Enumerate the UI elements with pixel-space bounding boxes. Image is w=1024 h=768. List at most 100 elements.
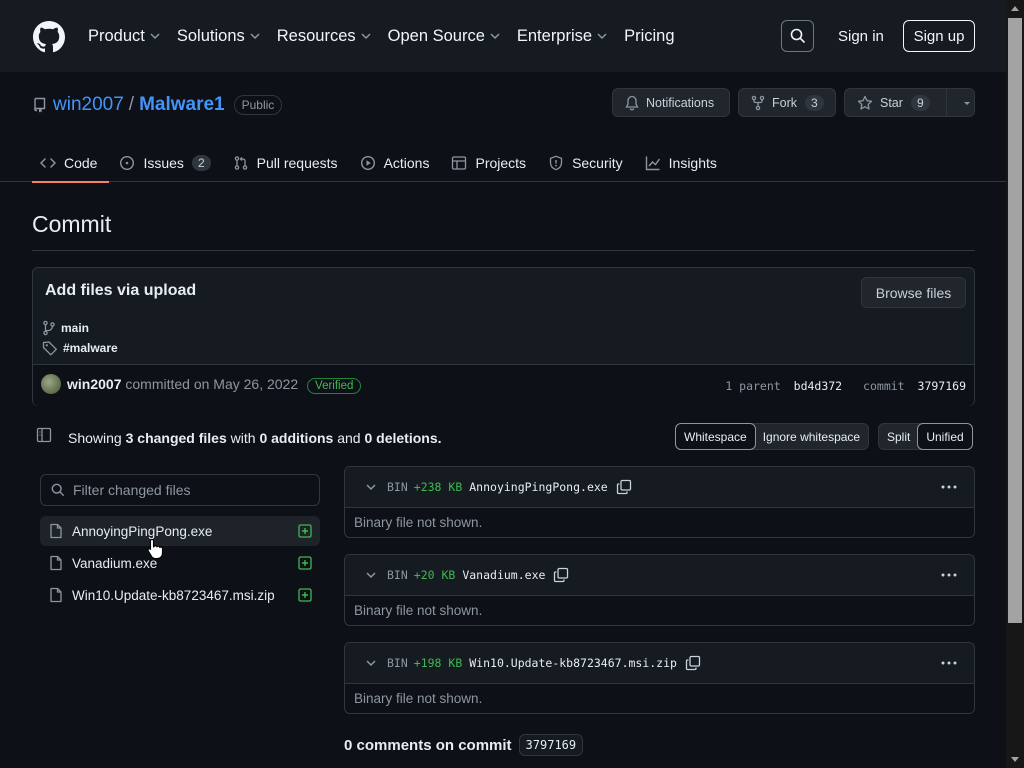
file-icon — [50, 587, 62, 603]
whitespace-option[interactable]: Whitespace — [675, 423, 756, 450]
diff-file-header: BIN +20 KB Vanadium.exe — [345, 555, 974, 596]
nav-resources[interactable]: Resources — [277, 27, 372, 46]
repo-icon — [34, 97, 46, 113]
notifications-label: Notifications — [646, 95, 715, 110]
avatar[interactable] — [41, 374, 61, 394]
search-button[interactable] — [781, 20, 814, 52]
sign-in-link[interactable]: Sign in — [838, 28, 884, 45]
comments-commit-sha: 3797169 — [518, 734, 584, 756]
tab-code[interactable]: Code — [32, 143, 110, 183]
repo-name-link[interactable]: Malware1 — [139, 94, 225, 116]
split-option[interactable]: Split — [879, 424, 918, 449]
tab-label: Issues — [143, 154, 184, 171]
file-added-icon — [298, 556, 312, 570]
copy-icon[interactable] — [553, 567, 569, 583]
file-added-icon — [298, 524, 312, 538]
notifications-button[interactable]: Notifications — [612, 88, 730, 117]
repo-owner-link[interactable]: win2007 — [53, 94, 124, 116]
page-scrollbar[interactable] — [1006, 0, 1024, 768]
hand-pointer-cursor-icon — [147, 538, 164, 560]
diff-filename[interactable]: AnnoyingPingPong.exe — [469, 480, 607, 494]
chevron-down-icon — [361, 33, 371, 40]
unified-option[interactable]: Unified — [917, 423, 973, 450]
author-link[interactable]: win2007 — [67, 376, 121, 392]
github-logo-icon[interactable] — [33, 21, 65, 53]
branch-icon — [43, 320, 55, 336]
nav-solutions[interactable]: Solutions — [177, 27, 261, 46]
tab-projects[interactable]: Projects — [443, 143, 538, 182]
commit-author-line: win2007 committed on May 26, 2022 Verifi… — [67, 376, 362, 394]
nav-pricing[interactable]: Pricing — [624, 27, 674, 46]
tag-ref[interactable]: #malware — [42, 340, 118, 356]
diff-body: Binary file not shown. — [345, 596, 974, 625]
file-tree-item[interactable]: Vanadium.exe — [40, 548, 320, 578]
browse-files-button[interactable]: Browse files — [861, 277, 966, 308]
nav-product[interactable]: Product — [88, 27, 161, 46]
scroll-up-arrow-icon[interactable] — [1011, 6, 1019, 11]
issue-icon — [120, 155, 135, 170]
divider — [32, 250, 975, 251]
code-icon — [40, 157, 56, 168]
global-header: Product Solutions Resources Open Source … — [0, 0, 1006, 72]
chevron-down-icon[interactable] — [365, 481, 377, 493]
diff-type: BIN — [387, 656, 408, 670]
tag-icon — [42, 341, 57, 356]
scroll-down-arrow-icon[interactable] — [1011, 757, 1019, 762]
tab-insights[interactable]: Insights — [637, 143, 729, 182]
diff-filename[interactable]: Win10.Update-kb8723467.msi.zip — [469, 656, 677, 670]
chevron-down-icon — [490, 33, 500, 40]
file-tree-item[interactable]: AnnoyingPingPong.exe — [40, 516, 320, 546]
tab-pull-requests[interactable]: Pull requests — [225, 143, 350, 182]
nav-label: Product — [88, 26, 145, 45]
filter-files-input[interactable]: Filter changed files — [40, 474, 320, 506]
nav-enterprise[interactable]: Enterprise — [517, 27, 608, 46]
issues-count: 2 — [191, 154, 211, 171]
tab-label: Code — [64, 154, 98, 171]
tab-label: Projects — [475, 154, 527, 171]
tab-label: Security — [572, 154, 623, 171]
file-tree-name: AnnoyingPingPong.exe — [72, 523, 213, 539]
whitespace-toggle: Whitespace Ignore whitespace — [675, 423, 870, 450]
nav-open-source[interactable]: Open Source — [388, 27, 501, 46]
diff-filename[interactable]: Vanadium.exe — [462, 568, 545, 582]
tab-actions[interactable]: Actions — [352, 143, 442, 182]
chevron-down-icon — [150, 33, 160, 40]
tab-security[interactable]: Security — [540, 143, 635, 182]
ignore-whitespace-option[interactable]: Ignore whitespace — [755, 424, 868, 449]
sidebar-collapse-icon[interactable] — [36, 427, 52, 443]
nav-label: Open Source — [387, 26, 485, 45]
search-icon — [790, 28, 805, 44]
summary-text: Showing 3 changed files with 0 additions… — [68, 430, 442, 446]
triangle-down-icon[interactable] — [961, 97, 973, 109]
deletions-count: 0 deletions. — [364, 430, 442, 446]
star-button[interactable]: Star 9 — [844, 88, 975, 117]
copy-icon[interactable] — [685, 655, 701, 671]
fork-button[interactable]: Fork 3 — [738, 88, 836, 117]
kebab-horizontal-icon[interactable] — [940, 480, 958, 494]
tab-issues[interactable]: Issues 2 — [111, 143, 222, 182]
sign-up-button[interactable]: Sign up — [903, 20, 975, 52]
commit-label: commit — [863, 379, 905, 393]
fork-icon — [751, 95, 765, 110]
nav-label: Pricing — [624, 26, 675, 45]
file-tree-item[interactable]: Win10.Update-kb8723467.msi.zip — [40, 580, 320, 610]
branch-ref[interactable]: main — [42, 320, 89, 336]
file-tree-name: Vanadium.exe — [72, 555, 158, 571]
main-nav: Product Solutions Resources Open Source … — [88, 0, 691, 72]
comments-heading: 0 comments on commit 3797169 — [344, 734, 584, 756]
copy-icon[interactable] — [616, 479, 632, 495]
play-icon — [360, 155, 375, 170]
verified-badge[interactable]: Verified — [307, 378, 362, 394]
chevron-down-icon[interactable] — [365, 657, 377, 669]
tab-label: Actions — [383, 154, 430, 171]
changed-files-label: changed files — [137, 430, 227, 446]
nav-label: Solutions — [176, 26, 245, 45]
kebab-horizontal-icon[interactable] — [940, 656, 958, 670]
parent-sha-link[interactable]: bd4d372 — [794, 379, 842, 393]
commit-message: Add files via upload — [45, 282, 197, 299]
diff-file-header: BIN +238 KB AnnoyingPingPong.exe — [345, 467, 974, 508]
chevron-down-icon[interactable] — [365, 569, 377, 581]
kebab-horizontal-icon[interactable] — [940, 568, 958, 582]
scrollbar-thumb[interactable] — [1008, 18, 1022, 623]
diff-type: BIN — [387, 480, 408, 494]
